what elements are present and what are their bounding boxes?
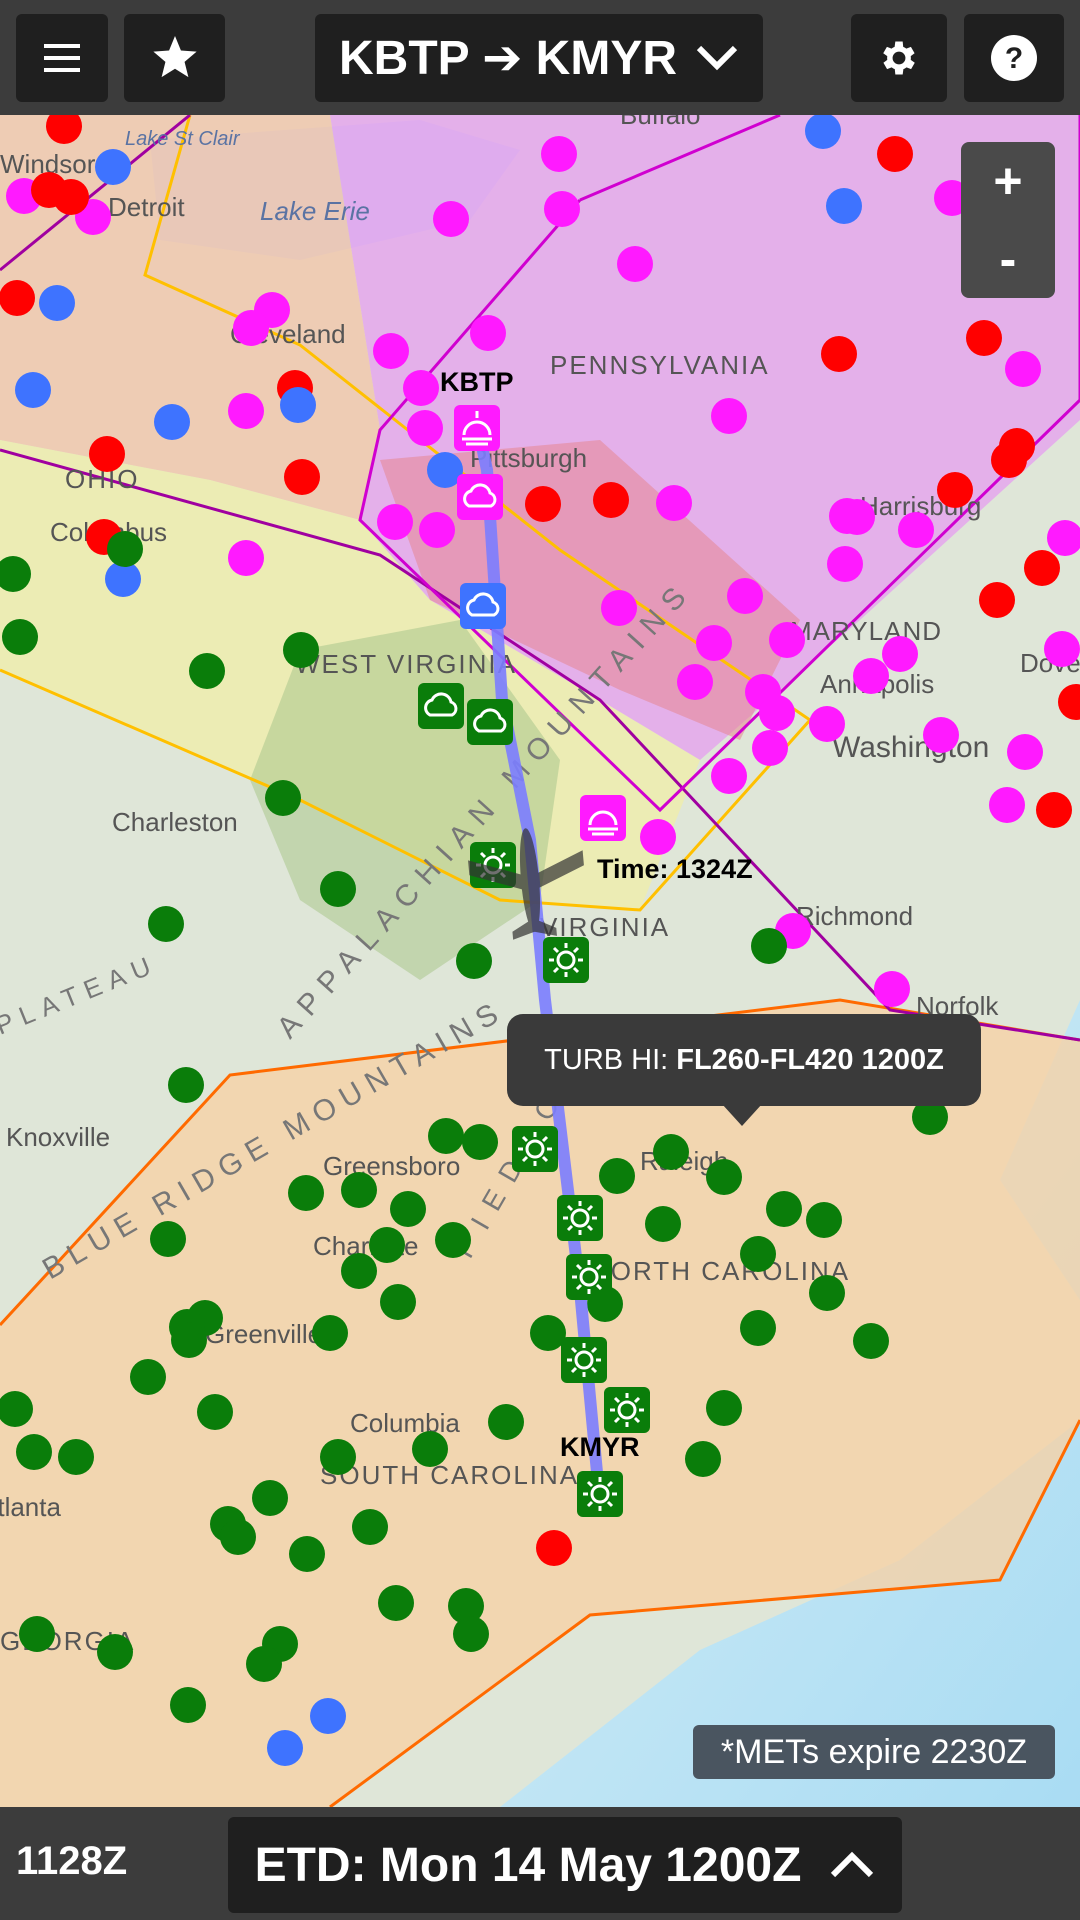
star-icon xyxy=(152,36,197,78)
sun-icon xyxy=(512,1126,558,1172)
destination-airport-label: KMYR xyxy=(560,1432,640,1462)
tooltip-value: FL260-FL420 1200Z xyxy=(676,1043,944,1076)
map-label-detroit: Detroit xyxy=(108,192,185,222)
map-label-knoxville: Knoxville xyxy=(6,1122,110,1152)
help-button[interactable]: ? xyxy=(964,14,1064,102)
map-label-greensboro: Greensboro xyxy=(323,1151,460,1181)
favorites-button[interactable] xyxy=(124,14,225,102)
sun-icon xyxy=(604,1387,650,1433)
map-label-columbia: Columbia xyxy=(350,1408,460,1438)
help-icon: ? xyxy=(991,35,1037,81)
sun-icon xyxy=(561,1337,607,1383)
zoom-in-button[interactable]: + xyxy=(961,142,1055,220)
fog-icon xyxy=(454,405,500,451)
sun-icon xyxy=(566,1254,612,1300)
tooltip-prefix: TURB HI: xyxy=(544,1043,669,1076)
map-label-lake-erie: Lake Erie xyxy=(260,196,370,226)
aircraft-time-label: Time: 1324Z xyxy=(597,854,753,884)
map-label-lake-st-clair: Lake St Clair xyxy=(125,128,241,150)
cloud-icon xyxy=(457,474,503,520)
etd-label: ETD: Mon 14 May 1200Z xyxy=(254,1838,802,1892)
map-label-west-virginia: WEST VIRGINIA xyxy=(295,649,517,679)
fog-icon xyxy=(580,795,626,841)
departure-airport-label: KBTP xyxy=(440,367,514,397)
cloud-icon xyxy=(460,583,506,629)
cloud-icon xyxy=(418,683,464,729)
map-label-atlanta: Atlanta xyxy=(0,1492,61,1522)
map-label-pennsylvania: PENNSYLVANIA xyxy=(550,350,770,380)
map-label-north-carolina: NORTH CAROLINA xyxy=(590,1256,850,1286)
top-toolbar: KBTP ➔ KMYR ? xyxy=(0,0,1080,117)
zoom-controls: + - xyxy=(961,142,1055,298)
svg-text:?: ? xyxy=(1005,42,1023,75)
mets-expiry-note: *METs expire 2230Z xyxy=(693,1725,1055,1779)
map-label-maryland: MARYLAND xyxy=(790,616,942,646)
zoom-out-button[interactable]: - xyxy=(961,220,1055,298)
gear-icon xyxy=(883,41,915,75)
chevron-up-icon xyxy=(831,1851,874,1878)
etd-selector-button[interactable]: ETD: Mon 14 May 1200Z xyxy=(228,1817,902,1913)
map-label-charleston: Charleston xyxy=(112,807,238,837)
weather-map[interactable]: Buffalo Windsor Detroit Lake Erie Lake S… xyxy=(0,115,1080,1807)
bottom-bar: 1128Z ETD: Mon 14 May 1200Z xyxy=(0,1807,1080,1920)
map-label-buffalo: Buffalo xyxy=(620,115,700,130)
turbulence-tooltip: TURB HI: FL260-FL420 1200Z xyxy=(507,1014,981,1106)
map-label-richmond: Richmond xyxy=(796,901,913,931)
current-time: 1128Z xyxy=(16,1839,128,1883)
hamburger-menu-icon xyxy=(44,44,80,72)
tooltip-tail xyxy=(722,1104,762,1126)
route-selector-button[interactable]: KBTP ➔ KMYR xyxy=(315,14,763,102)
menu-button[interactable] xyxy=(16,14,108,102)
map-label-south-carolina: SOUTH CAROLINA xyxy=(320,1460,579,1490)
sun-icon xyxy=(557,1195,603,1241)
cloud-icon xyxy=(467,699,513,745)
map-label-greenville: Greenville xyxy=(205,1319,322,1349)
sun-icon xyxy=(577,1471,623,1517)
map-label-washington: Washington xyxy=(832,731,989,764)
sun-icon xyxy=(543,937,589,983)
route-label: KBTP ➔ KMYR xyxy=(338,32,677,85)
settings-button[interactable] xyxy=(851,14,947,102)
chevron-down-icon xyxy=(696,45,738,71)
map-canvas: Buffalo Windsor Detroit Lake Erie Lake S… xyxy=(0,115,1080,1807)
